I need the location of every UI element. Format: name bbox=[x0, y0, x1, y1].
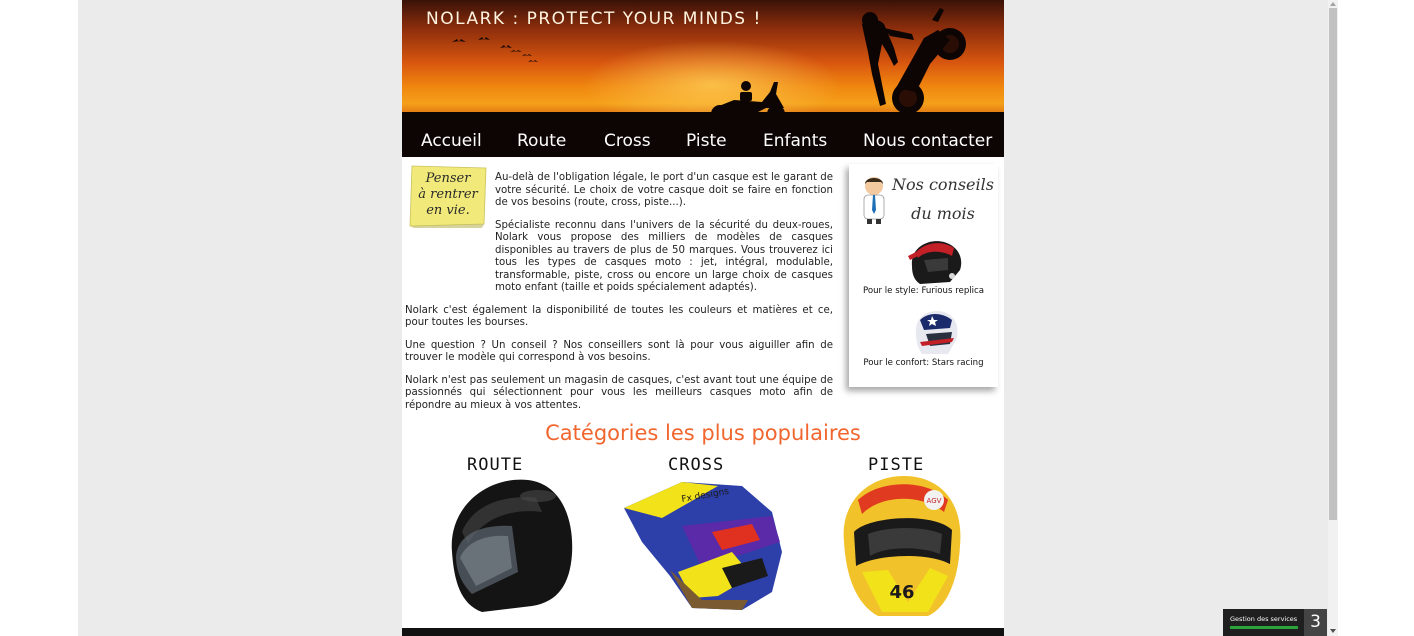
stars-racing-helmet-image[interactable] bbox=[902, 306, 966, 358]
services-status-bar bbox=[1230, 626, 1298, 629]
svg-text:46: 46 bbox=[889, 582, 914, 603]
stunt-rider-silhouette-icon bbox=[862, 8, 966, 114]
site-title: NOLARK : PROTECT YOUR MINDS ! bbox=[426, 9, 762, 29]
intro-paragraph-1: Au-delà de l'obligation légale, le port … bbox=[495, 172, 833, 208]
scrollbar-thumb[interactable] bbox=[1329, 8, 1337, 520]
main-nav: Accueil Route Cross Piste Enfants Nous c… bbox=[402, 127, 1004, 157]
nav-route[interactable]: Route bbox=[517, 131, 566, 151]
categories-title: Catégories les plus populaires bbox=[545, 421, 861, 445]
intro-paragraph-2: Spécialiste reconnu dans l'univers de la… bbox=[495, 219, 833, 294]
services-management-label: Gestion des services bbox=[1230, 615, 1298, 623]
intro-paragraph-4: Une question ? Un conseil ? Nos conseill… bbox=[405, 339, 833, 364]
advice-title-line-2: du mois bbox=[911, 204, 975, 223]
furious-replica-helmet-image[interactable] bbox=[902, 236, 966, 288]
intro-text: Au-delà de l'obligation légale, le port … bbox=[405, 172, 833, 422]
advice-caption-1: Pour le style: Furious replica bbox=[862, 286, 985, 296]
nav-nous-contacter[interactable]: Nous contacter bbox=[863, 131, 992, 151]
scroll-down-arrow-icon[interactable] bbox=[1328, 627, 1338, 636]
advisor-avatar-icon bbox=[863, 177, 885, 224]
scooter-silhouette-icon bbox=[711, 81, 785, 123]
main-page: NOLARK : PROTECT YOUR MINDS ! Accueil Ro… bbox=[402, 0, 1004, 636]
advice-box: Nos conseils du mois Pour le style: Furi… bbox=[849, 164, 998, 387]
advice-title-line-1: Nos conseils bbox=[892, 175, 994, 194]
piste-helmet-image[interactable]: 46 AGV bbox=[838, 472, 966, 618]
cross-helmet-image[interactable]: Fx designs bbox=[622, 472, 786, 616]
services-management-widget[interactable]: Gestion des services 3 bbox=[1223, 609, 1327, 636]
nav-cross[interactable]: Cross bbox=[604, 131, 651, 151]
birds-silhouette-icon bbox=[452, 37, 538, 62]
intro-paragraph-5: Nolark n'est pas seulement un magasin de… bbox=[405, 374, 833, 411]
scroll-up-arrow-icon[interactable] bbox=[1328, 0, 1338, 8]
advice-title: Nos conseils du mois bbox=[891, 170, 995, 228]
intro-paragraph-3: Nolark c'est également la disponibilité … bbox=[405, 304, 833, 329]
footer-bar bbox=[402, 628, 1004, 636]
nav-accueil[interactable]: Accueil bbox=[421, 131, 482, 151]
header-banner: NOLARK : PROTECT YOUR MINDS ! Accueil Ro… bbox=[402, 0, 1004, 157]
advice-caption-2: Pour le confort: Stars racing bbox=[863, 358, 984, 368]
right-margin bbox=[1338, 0, 1414, 636]
nav-enfants[interactable]: Enfants bbox=[763, 131, 827, 151]
route-helmet-image[interactable] bbox=[442, 472, 578, 616]
svg-text:AGV: AGV bbox=[927, 497, 942, 505]
nav-piste[interactable]: Piste bbox=[686, 131, 727, 151]
services-count: 3 bbox=[1310, 612, 1321, 632]
left-margin bbox=[0, 0, 78, 636]
